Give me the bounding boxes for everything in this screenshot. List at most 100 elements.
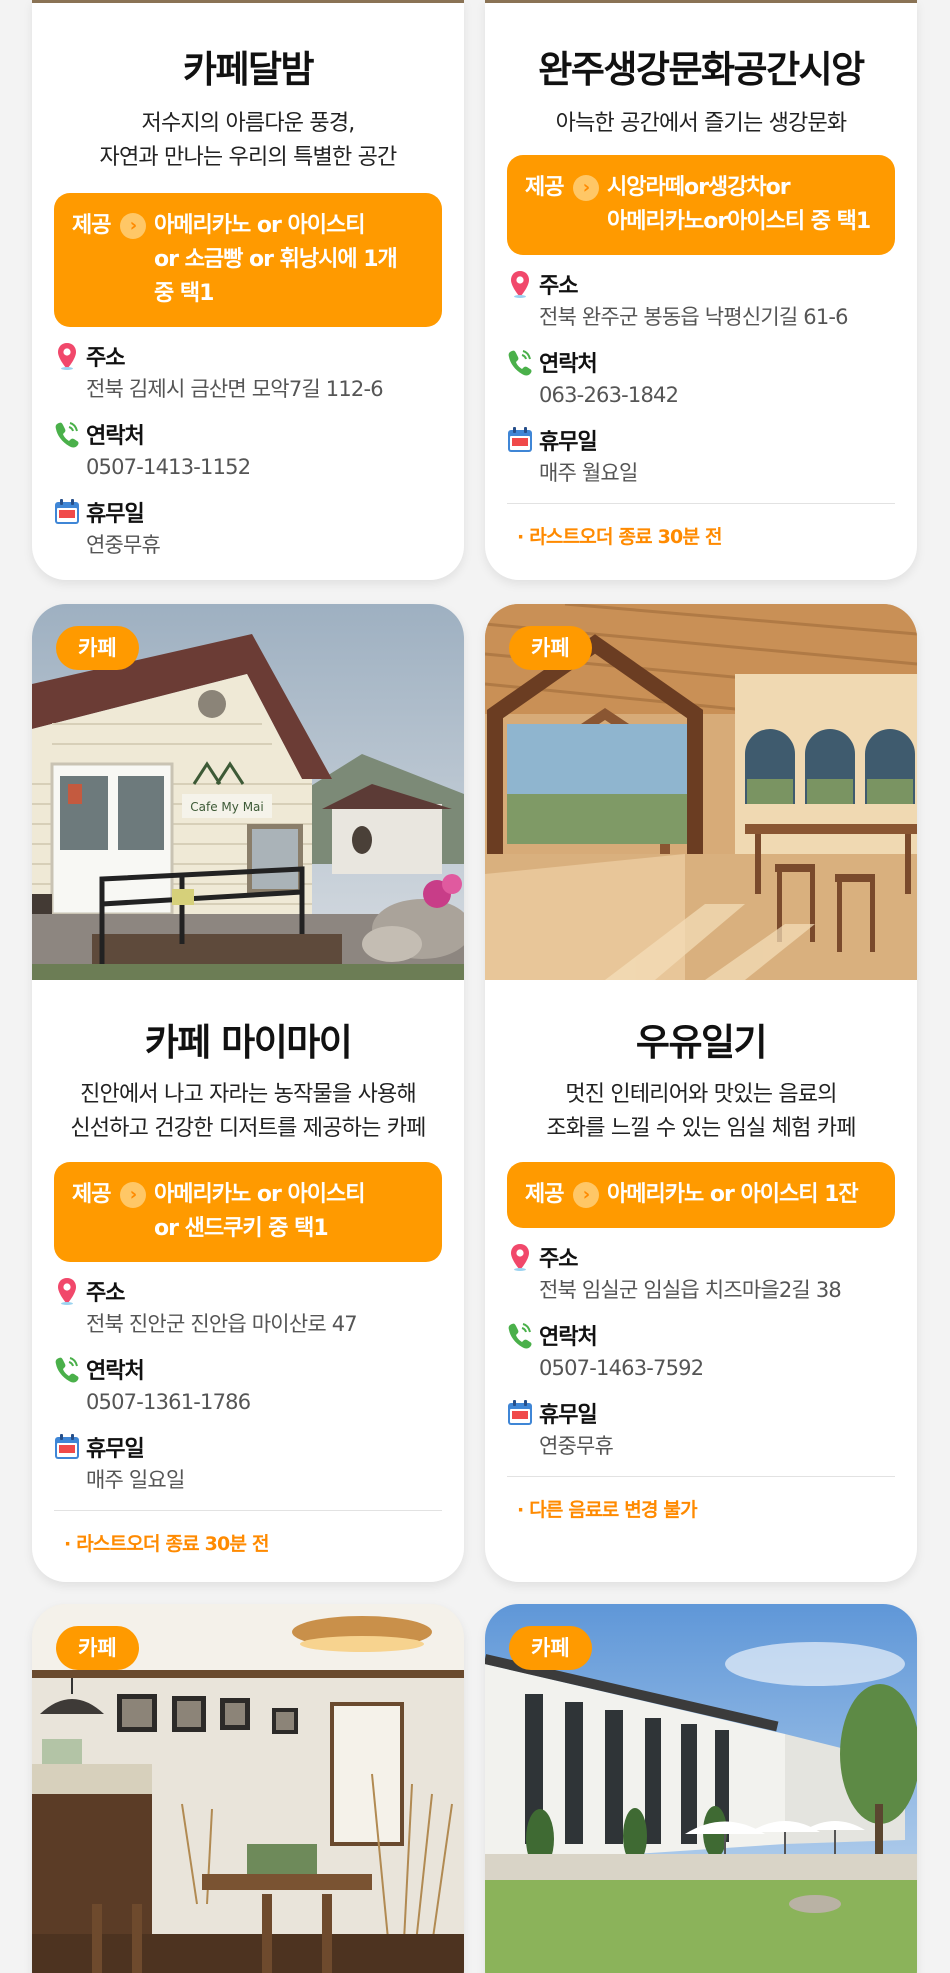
offer-text: 시앙라떼or생강차or 아메리카노or아이스티 중 택1 bbox=[607, 175, 871, 234]
closed-label: 휴무일 bbox=[86, 502, 145, 527]
card-description: 아늑한 공간에서 즐기는 생강문화 bbox=[555, 111, 848, 136]
cafe-card-dalbam[interactable]: 카페달밤 저수지의 아름다운 풍경, 자연과 만나는 우리의 특별한 공간 제공… bbox=[32, 0, 464, 580]
phone-icon bbox=[54, 419, 80, 449]
phone-icon bbox=[507, 347, 533, 377]
address-value: 전북 임실군 임실읍 치즈마을2길 38 bbox=[539, 1278, 842, 1302]
divider bbox=[507, 1476, 895, 1477]
offer-label: 제공 bbox=[525, 175, 564, 200]
category-tag: 카페 bbox=[509, 1626, 592, 1670]
cafe-card-6[interactable]: 카페 bbox=[485, 1604, 917, 1973]
card-title: 카페 마이마이 bbox=[144, 1021, 353, 1064]
info-list: 주소 전북 김제시 금산면 모악7길 112-6 연락처 0507-1413-1… bbox=[54, 339, 442, 561]
closed-row: 휴무일 매주 일요일 bbox=[54, 1430, 442, 1496]
cafe-card-uyuilgi[interactable]: 카페 우유일기 멋진 인테리어와 맛있는 음료의 조화를 느낄 수 있는 임실 … bbox=[485, 604, 917, 1582]
address-label: 주소 bbox=[539, 1247, 578, 1272]
card-description: 신선하고 건강한 디저트를 제공하는 카페 bbox=[70, 1116, 426, 1141]
address-label: 주소 bbox=[539, 274, 578, 299]
page: 카페달밤 저수지의 아름다운 풍경, 자연과 만나는 우리의 특별한 공간 제공… bbox=[0, 0, 950, 1973]
card-note: · 라스트오더 종료 30분 전 bbox=[64, 1533, 269, 1555]
category-tag: 카페 bbox=[509, 626, 592, 670]
contact-value[interactable]: 0507-1413-1152 bbox=[54, 451, 442, 483]
contact-label: 연락처 bbox=[86, 424, 145, 449]
chevron-right-icon: › bbox=[120, 213, 146, 239]
contact-value[interactable]: 0507-1463-7592 bbox=[507, 1352, 895, 1384]
calendar-icon bbox=[507, 425, 533, 455]
card-description: 진안에서 나고 자라는 농작물을 사용해 bbox=[80, 1082, 417, 1107]
card-description: 자연과 만나는 우리의 특별한 공간 bbox=[99, 145, 398, 170]
category-tag: 카페 bbox=[56, 626, 139, 670]
card-title: 완주생강문화공간시앙 bbox=[538, 48, 865, 91]
closed-label: 휴무일 bbox=[86, 1437, 145, 1462]
closed-row: 휴무일 연중무휴 bbox=[507, 1396, 895, 1462]
closed-row: 휴무일 매주 월요일 bbox=[507, 423, 895, 489]
address-value: 전북 김제시 금산면 모악7길 112-6 bbox=[86, 377, 384, 401]
address-label: 주소 bbox=[86, 346, 125, 371]
chevron-right-icon: › bbox=[573, 175, 599, 201]
address-row: 주소 전북 임실군 임실읍 치즈마을2길 38 bbox=[507, 1240, 895, 1306]
closed-label: 휴무일 bbox=[539, 1403, 598, 1428]
contact-row: 연락처 0507-1463-7592 bbox=[507, 1318, 895, 1384]
offer-box: 제공 › 아메리카노 or 아이스티 1잔 bbox=[507, 1162, 895, 1228]
phone-icon bbox=[507, 1320, 533, 1350]
photo-edge bbox=[485, 0, 917, 3]
category-tag: 카페 bbox=[56, 1626, 139, 1670]
card-note: · 라스트오더 종료 30분 전 bbox=[517, 526, 722, 548]
closed-value: 매주 일요일 bbox=[86, 1468, 185, 1492]
cafe-photo: 카페 bbox=[32, 1604, 464, 1973]
cafe-photo: 카페 bbox=[485, 1604, 917, 1973]
contact-row: 연락처 063-263-1842 bbox=[507, 345, 895, 411]
cafe-card-5[interactable]: 카페 bbox=[32, 1604, 464, 1973]
contact-label: 연락처 bbox=[86, 1359, 145, 1384]
offer-label: 제공 bbox=[72, 1182, 111, 1207]
info-list: 주소 전북 완주군 봉동읍 낙평신기길 61-6 연락처 063-263-184… bbox=[507, 267, 895, 489]
contact-value[interactable]: 063-263-1842 bbox=[507, 379, 895, 411]
divider bbox=[507, 503, 895, 504]
offer-label: 제공 bbox=[72, 213, 111, 238]
offer-box: 제공 › 아메리카노 or 아이스티 or 샌드쿠키 중 택1 bbox=[54, 1162, 442, 1262]
calendar-icon bbox=[54, 1432, 80, 1462]
offer-box: 제공 › 아메리카노 or 아이스티 or 소금빵 or 휘낭시에 1개 중 택… bbox=[54, 193, 442, 327]
card-description: 저수지의 아름다운 풍경, bbox=[141, 111, 356, 136]
cafe-card-siang[interactable]: 완주생강문화공간시앙 아늑한 공간에서 즐기는 생강문화 제공 › 시앙라떼or… bbox=[485, 0, 917, 580]
contact-value[interactable]: 0507-1361-1786 bbox=[54, 1386, 442, 1418]
map-pin-icon bbox=[507, 1242, 533, 1272]
address-row: 주소 전북 진안군 진안읍 마이산로 47 bbox=[54, 1274, 442, 1340]
contact-row: 연락처 0507-1413-1152 bbox=[54, 417, 442, 483]
closed-label: 휴무일 bbox=[539, 430, 598, 455]
address-value: 전북 진안군 진안읍 마이산로 47 bbox=[86, 1312, 358, 1336]
cafe-photo: 카페 bbox=[485, 604, 917, 980]
card-note: · 다른 음료로 변경 불가 bbox=[517, 1499, 698, 1521]
divider bbox=[54, 1510, 442, 1511]
card-description: 멋진 인테리어와 맛있는 음료의 bbox=[565, 1082, 837, 1107]
closed-value: 매주 월요일 bbox=[539, 461, 638, 485]
offer-text: 아메리카노 or 아이스티 or 샌드쿠키 중 택1 bbox=[154, 1182, 365, 1241]
calendar-icon bbox=[507, 1398, 533, 1428]
map-pin-icon bbox=[507, 269, 533, 299]
address-row: 주소 전북 완주군 봉동읍 낙평신기길 61-6 bbox=[507, 267, 895, 333]
offer-box: 제공 › 시앙라떼or생강차or 아메리카노or아이스티 중 택1 bbox=[507, 155, 895, 255]
cafe-card-mymai[interactable]: Cafe My Mai 카페 카페 마이마이 진안에서 나고 자라는 농작물을 … bbox=[32, 604, 464, 1582]
card-description: 조화를 느낄 수 있는 임실 체험 카페 bbox=[546, 1116, 856, 1141]
chevron-right-icon: › bbox=[120, 1182, 146, 1208]
address-row: 주소 전북 김제시 금산면 모악7길 112-6 bbox=[54, 339, 442, 405]
card-title: 카페달밤 bbox=[182, 48, 315, 91]
card-title: 우유일기 bbox=[635, 1021, 768, 1064]
svg-text:Cafe My Mai: Cafe My Mai bbox=[190, 800, 263, 814]
chevron-right-icon: › bbox=[573, 1182, 599, 1208]
info-list: 주소 전북 진안군 진안읍 마이산로 47 연락처 0507-1361-1786 bbox=[54, 1274, 442, 1496]
calendar-icon bbox=[54, 497, 80, 527]
info-list: 주소 전북 임실군 임실읍 치즈마을2길 38 연락처 0507-1463-75… bbox=[507, 1240, 895, 1462]
photo-edge bbox=[32, 0, 464, 3]
offer-label: 제공 bbox=[525, 1182, 564, 1207]
contact-row: 연락처 0507-1361-1786 bbox=[54, 1352, 442, 1418]
closed-value: 연중무휴 bbox=[539, 1434, 614, 1458]
address-label: 주소 bbox=[86, 1281, 125, 1306]
offer-text: 아메리카노 or 아이스티 1잔 bbox=[607, 1182, 859, 1207]
contact-label: 연락처 bbox=[539, 1325, 598, 1350]
phone-icon bbox=[54, 1354, 80, 1384]
closed-value: 연중무휴 bbox=[86, 533, 161, 557]
address-value: 전북 완주군 봉동읍 낙평신기길 61-6 bbox=[539, 305, 849, 329]
contact-label: 연락처 bbox=[539, 352, 598, 377]
map-pin-icon bbox=[54, 341, 80, 371]
cafe-photo: Cafe My Mai 카페 bbox=[32, 604, 464, 980]
